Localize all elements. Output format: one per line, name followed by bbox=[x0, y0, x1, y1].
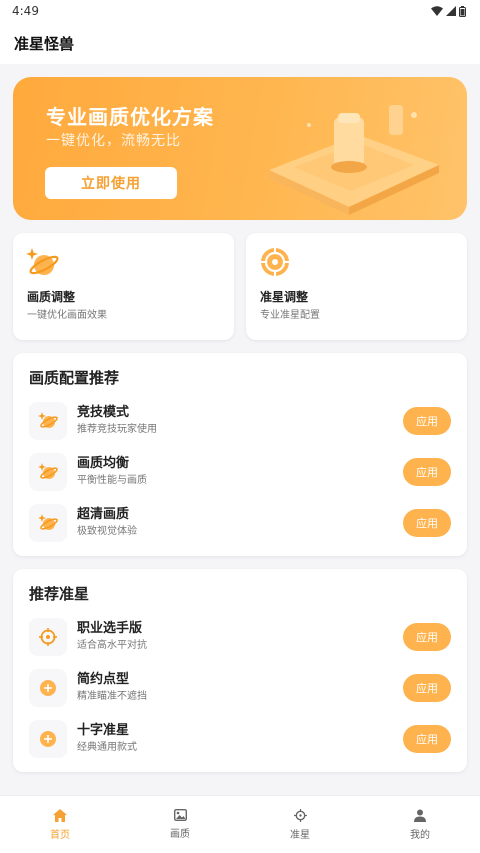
item-title: 超清画质 bbox=[77, 506, 130, 522]
bottom-nav: 首页 画质 准星 我的 bbox=[0, 795, 480, 853]
quick-card-title: 画质调整 bbox=[27, 290, 76, 304]
apply-button[interactable]: 应用 bbox=[403, 508, 451, 537]
cross-crosshair-icon bbox=[29, 719, 67, 758]
status-time: 4:49 bbox=[12, 4, 39, 18]
apply-button[interactable]: 应用 bbox=[403, 622, 451, 651]
item-title: 十字准星 bbox=[77, 722, 130, 738]
banner-subtitle: 一键优化，流畅无比 bbox=[46, 133, 181, 149]
list-item: 超清画质 极致视觉体验 应用 bbox=[29, 497, 451, 548]
battery-icon bbox=[459, 5, 466, 17]
planet-sparkle-icon bbox=[26, 248, 59, 275]
list-item: 十字准星 经典通用款式 应用 bbox=[29, 713, 451, 764]
nav-label: 画质 bbox=[170, 829, 190, 840]
item-desc: 平衡性能与画质 bbox=[77, 474, 147, 486]
banner-title: 专业画质优化方案 bbox=[46, 105, 214, 129]
item-desc: 推荐竞技玩家使用 bbox=[77, 423, 157, 435]
quick-card-crosshair[interactable]: 准星调整 专业准星配置 bbox=[246, 233, 467, 340]
nav-item-quality[interactable]: 画质 bbox=[120, 796, 240, 853]
item-desc: 精准瞄准不遮挡 bbox=[77, 690, 147, 702]
item-desc: 适合高水平对抗 bbox=[77, 639, 147, 651]
planet-icon bbox=[29, 401, 67, 440]
item-desc: 极致视觉体验 bbox=[77, 525, 137, 537]
nav-item-profile[interactable]: 我的 bbox=[360, 796, 480, 853]
nav-item-crosshair[interactable]: 准星 bbox=[240, 796, 360, 853]
wifi-icon bbox=[431, 6, 443, 16]
planet-icon bbox=[29, 503, 67, 542]
quality-config-section: 画质配置推荐 竞技模式 推荐竞技玩家使用 应用 画质均衡 平衡性能与画质 应用 bbox=[13, 353, 467, 556]
quick-card-desc: 专业准星配置 bbox=[260, 310, 320, 321]
status-bar: 4:49 bbox=[0, 0, 480, 22]
crosshair-icon bbox=[261, 248, 289, 276]
home-icon bbox=[53, 808, 67, 822]
nav-item-home[interactable]: 首页 bbox=[0, 796, 120, 853]
use-now-button[interactable]: 立即使用 bbox=[45, 167, 177, 199]
list-item: 简约点型 精准瞄准不遮挡 应用 bbox=[29, 662, 451, 713]
quick-card-quality[interactable]: 画质调整 一键优化画面效果 bbox=[13, 233, 234, 340]
section-title: 推荐准星 bbox=[29, 585, 90, 603]
list-item: 竞技模式 推荐竞技玩家使用 应用 bbox=[29, 395, 451, 446]
item-title: 职业选手版 bbox=[77, 620, 143, 636]
crosshair-icon bbox=[29, 617, 67, 656]
signal-icon bbox=[446, 6, 456, 16]
apply-button[interactable]: 应用 bbox=[403, 457, 451, 486]
quick-card-desc: 一键优化画面效果 bbox=[27, 310, 107, 321]
item-title: 简约点型 bbox=[77, 671, 130, 687]
platform-illustration-icon bbox=[269, 105, 439, 215]
main-content: 专业画质优化方案 一键优化，流畅无比 立即使用 画质调整 一键优化画面效果 准星… bbox=[0, 64, 480, 795]
list-item: 职业选手版 适合高水平对抗 应用 bbox=[29, 611, 451, 662]
app-title: 准星怪兽 bbox=[14, 34, 75, 53]
app-bar: 准星怪兽 bbox=[0, 22, 480, 64]
quick-actions: 画质调整 一键优化画面效果 准星调整 专业准星配置 bbox=[13, 233, 467, 340]
list-item: 画质均衡 平衡性能与画质 应用 bbox=[29, 446, 451, 497]
item-title: 画质均衡 bbox=[77, 455, 130, 471]
nav-label: 首页 bbox=[50, 829, 70, 841]
planet-icon bbox=[29, 452, 67, 491]
apply-button[interactable]: 应用 bbox=[403, 724, 451, 753]
nav-label: 准星 bbox=[290, 829, 310, 841]
section-title: 画质配置推荐 bbox=[29, 369, 120, 387]
item-title: 竞技模式 bbox=[77, 404, 130, 420]
user-icon bbox=[414, 809, 426, 822]
image-icon bbox=[173, 809, 187, 821]
dot-crosshair-icon bbox=[29, 668, 67, 707]
crosshair-section: 推荐准星 职业选手版 适合高水平对抗 应用 简约点型 精准瞄准不遮挡 应用 十字… bbox=[13, 569, 467, 772]
apply-button[interactable]: 应用 bbox=[403, 406, 451, 435]
status-icons bbox=[431, 5, 466, 17]
quick-card-title: 准星调整 bbox=[260, 290, 309, 304]
item-desc: 经典通用款式 bbox=[77, 741, 137, 753]
promo-banner[interactable]: 专业画质优化方案 一键优化，流畅无比 立即使用 bbox=[13, 77, 467, 220]
crosshair-icon bbox=[293, 808, 307, 822]
apply-button[interactable]: 应用 bbox=[403, 673, 451, 702]
nav-label: 我的 bbox=[410, 829, 430, 841]
